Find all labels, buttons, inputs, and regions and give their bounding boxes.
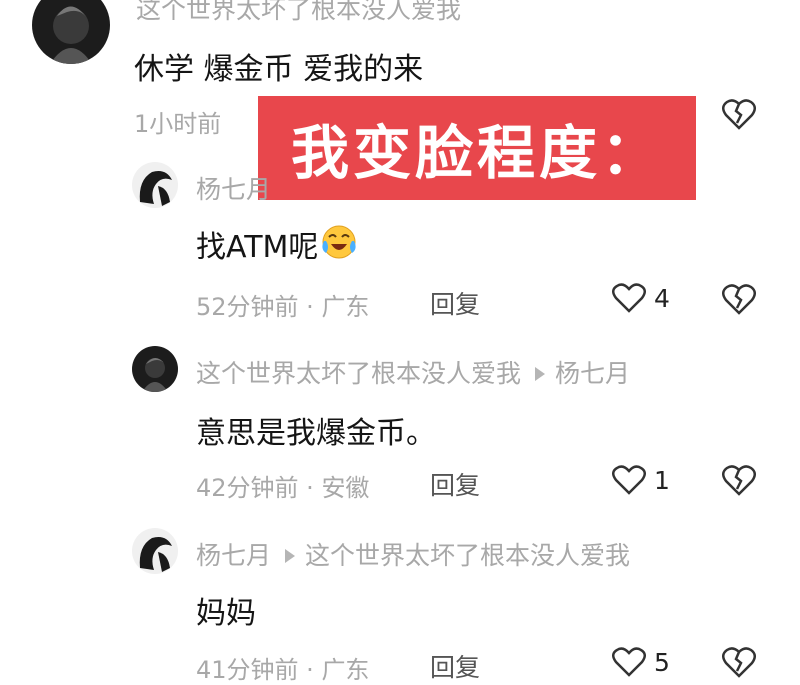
comment-username[interactable]: 杨七月	[196, 541, 271, 570]
reply-to-username[interactable]: 杨七月	[555, 359, 630, 388]
heart-outline-icon	[612, 465, 646, 495]
like-button[interactable]: 4	[612, 282, 670, 314]
like-count: 4	[654, 283, 670, 313]
comment-text: 妈妈	[196, 596, 256, 631]
overlay-caption-text: 我变脸程度：	[290, 119, 663, 187]
comment-text: 找ATM呢	[196, 230, 319, 265]
like-count: 5	[654, 647, 670, 677]
broken-heart-icon[interactable]	[722, 283, 756, 319]
like-count: 1	[654, 465, 670, 495]
reply-button[interactable]: 回复	[430, 285, 480, 321]
comment-time: 42分钟前	[196, 474, 299, 502]
comment-meta: 41分钟前 · 广东	[196, 656, 370, 684]
reply-to-username[interactable]: 这个世界太坏了根本没人爱我	[305, 541, 630, 570]
avatar[interactable]	[32, 0, 110, 64]
reply-button[interactable]: 回复	[430, 648, 480, 684]
crying-laughing-emoji-icon	[320, 223, 358, 265]
comment-username[interactable]: 这个世界太坏了根本没人爱我	[136, 0, 461, 26]
like-button[interactable]: 5	[612, 646, 670, 678]
comment-location: 安徽	[321, 474, 370, 502]
avatar[interactable]	[132, 528, 178, 574]
comment-username-row: 杨七月 这个世界太坏了根本没人爱我	[196, 536, 630, 572]
comment-username-row: 这个世界太坏了根本没人爱我 杨七月	[196, 354, 630, 390]
reply-arrow-icon	[285, 549, 296, 563]
comment-username[interactable]: 杨七月	[196, 170, 271, 206]
comment-meta: 42分钟前 · 安徽	[196, 474, 370, 502]
comment-location: 广东	[321, 293, 370, 321]
heart-outline-icon	[612, 283, 646, 313]
like-button[interactable]: 1	[612, 464, 670, 496]
comment-text: 意思是我爆金币。	[196, 416, 436, 451]
broken-heart-icon[interactable]	[722, 98, 756, 134]
comment-meta: 52分钟前 · 广东	[196, 293, 370, 321]
avatar[interactable]	[132, 162, 178, 208]
comment-text: 休学 爆金币 爱我的来	[134, 52, 424, 87]
comment-content-row: 找ATM呢	[196, 222, 358, 266]
heart-outline-icon	[612, 647, 646, 677]
comment-username[interactable]: 这个世界太坏了根本没人爱我	[196, 359, 521, 388]
comment-location: 广东	[321, 656, 370, 684]
avatar[interactable]	[132, 346, 178, 392]
broken-heart-icon[interactable]	[722, 464, 756, 500]
comment-time: 52分钟前	[196, 293, 299, 321]
overlay-caption-box: 我变脸程度：	[258, 96, 696, 200]
comment-time: 1小时前	[134, 110, 222, 138]
reply-button[interactable]: 回复	[430, 466, 480, 502]
reply-arrow-icon	[535, 367, 546, 381]
comment-time: 41分钟前	[196, 656, 299, 684]
